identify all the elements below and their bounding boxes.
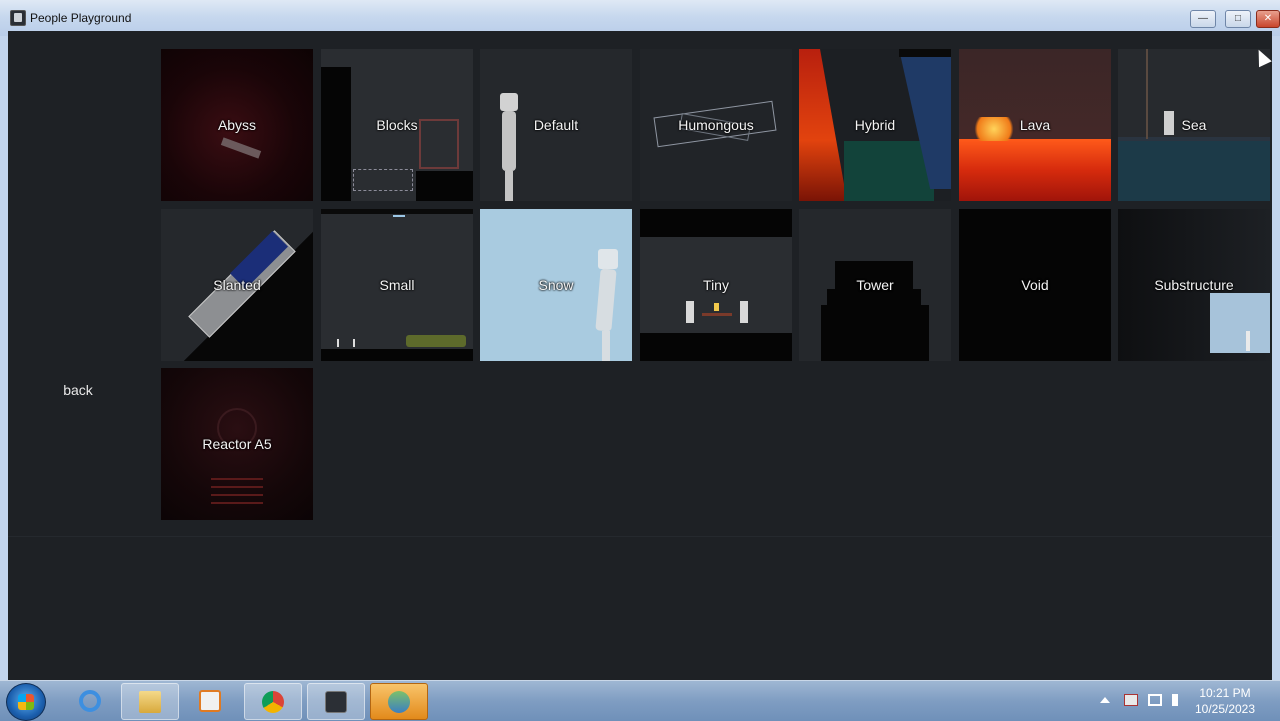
map-label: Tiny (703, 277, 729, 293)
map-tile-abyss[interactable]: Abyss (161, 49, 313, 201)
map-tile-default[interactable]: Default (480, 49, 632, 201)
map-label: Humongous (678, 117, 754, 133)
map-label: Abyss (217, 117, 257, 133)
map-label: Lava (1019, 117, 1051, 133)
map-tile-humongous[interactable]: Humongous (640, 49, 792, 201)
chrome-button[interactable] (244, 683, 302, 720)
volume-muted-icon[interactable] (1172, 694, 1186, 706)
media-player-icon (199, 690, 221, 712)
map-label: Default (533, 117, 579, 133)
system-tray: 10:21 PM 10/25/2023 (1100, 681, 1280, 721)
maximize-button[interactable]: □ (1225, 10, 1251, 28)
map-tile-reactor-a5[interactable]: Reactor A5 (161, 368, 313, 520)
file-explorer-icon (139, 691, 161, 713)
clock-date: 10/25/2023 (1194, 702, 1256, 716)
map-tile-small[interactable]: Small (321, 209, 473, 361)
file-explorer-button[interactable] (121, 683, 179, 720)
map-tile-tiny[interactable]: Tiny (640, 209, 792, 361)
window-title: People Playground (30, 11, 132, 25)
map-label: Tower (856, 277, 894, 293)
internet-explorer-button[interactable] (62, 683, 118, 718)
clock-time: 10:21 PM (1199, 686, 1251, 700)
window-frame-left (0, 36, 8, 680)
map-tile-blocks[interactable]: Blocks (321, 49, 473, 201)
map-label: Blocks (376, 117, 418, 133)
map-label: Slanted (213, 277, 261, 293)
map-label: Substructure (1154, 277, 1234, 293)
map-label: Reactor A5 (202, 436, 272, 452)
window-frame-right (1272, 36, 1280, 680)
map-tile-void[interactable]: Void (959, 209, 1111, 361)
map-label: Hybrid (854, 117, 896, 133)
taskbar: 10:21 PM 10/25/2023 (0, 680, 1280, 721)
map-tile-slanted[interactable]: Slanted (161, 209, 313, 361)
map-tile-sea[interactable]: Sea (1118, 49, 1270, 201)
people-playground-icon (325, 691, 347, 713)
back-button[interactable]: back (50, 378, 106, 402)
panel-divider (8, 536, 1272, 537)
people-playground-button[interactable] (307, 683, 365, 720)
network-app-button[interactable] (370, 683, 428, 720)
map-label: Void (1021, 277, 1049, 293)
network-app-icon (388, 691, 410, 713)
map-tile-hybrid[interactable]: Hybrid (799, 49, 951, 201)
close-button[interactable]: ✕ (1256, 10, 1280, 28)
network-icon[interactable] (1148, 694, 1162, 706)
start-button[interactable] (6, 683, 46, 721)
map-label: Sea (1181, 117, 1207, 133)
app-icon (10, 10, 26, 26)
clock[interactable]: 10:21 PM 10/25/2023 (1190, 685, 1260, 717)
map-tile-substructure[interactable]: Substructure (1118, 209, 1270, 361)
media-player-button[interactable] (182, 683, 238, 718)
map-label: Small (379, 277, 415, 293)
map-label: Snow (538, 277, 574, 293)
map-tile-snow[interactable]: Snow (480, 209, 632, 361)
map-tile-lava[interactable]: Lava (959, 49, 1111, 201)
chrome-icon (262, 691, 284, 713)
minimize-button[interactable]: — (1190, 10, 1216, 28)
show-hidden-icons-icon[interactable] (1100, 697, 1110, 703)
action-center-flag-icon[interactable] (1124, 694, 1138, 706)
internet-explorer-icon (79, 690, 101, 712)
map-tile-tower[interactable]: Tower (799, 209, 951, 361)
